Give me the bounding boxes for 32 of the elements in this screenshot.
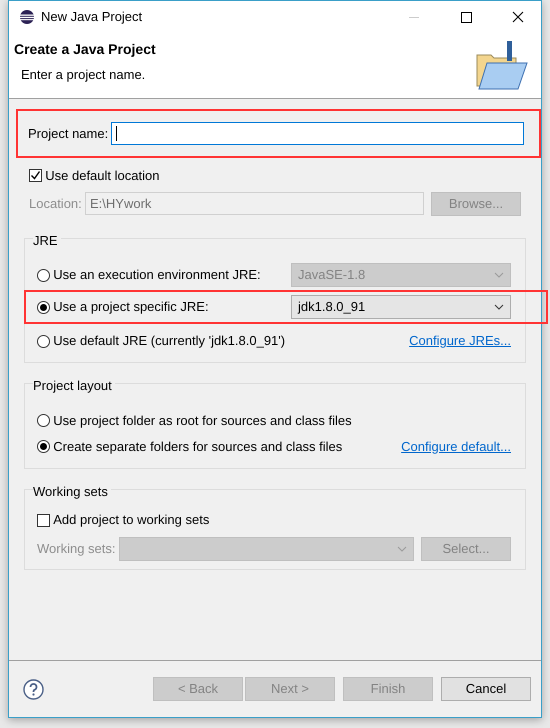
eclipse-icon: [19, 9, 35, 25]
page-title: Create a Java Project: [14, 41, 157, 58]
field-label: Working sets:: [37, 540, 116, 558]
field-label: Location:: [29, 194, 82, 213]
checkbox-label: Add project to working sets: [53, 511, 210, 530]
jre-dropdown[interactable]: jdk1.8.0_91: [291, 295, 511, 319]
radio-button[interactable]: [37, 268, 50, 282]
caret-icon: [494, 304, 504, 310]
configure-link[interactable]: Configure default...: [401, 436, 511, 456]
help-icon[interactable]: [23, 678, 44, 700]
window-title: New Java Project: [41, 8, 144, 26]
project-name-field[interactable]: [111, 122, 524, 145]
radio-button[interactable]: [37, 334, 50, 348]
radio-button[interactable]: [37, 414, 50, 427]
dialog-button[interactable]: Cancel: [441, 677, 531, 701]
radio-label: Use a project specific JRE:: [53, 298, 210, 316]
checkbox-label: Use default location: [45, 167, 160, 185]
radio-label: Use an execution environment JRE:: [53, 266, 262, 284]
checkbox[interactable]: [29, 169, 42, 182]
page-message: Enter a project name.: [21, 66, 146, 84]
radio-label: Use project folder as root for sources and class files: [53, 412, 353, 430]
radio-button[interactable]: [37, 300, 50, 314]
radio-label: Use default JRE (currently 'jdk1.8.0_91'): [53, 332, 286, 350]
caret-icon: [396, 546, 407, 552]
checkbox[interactable]: [37, 514, 50, 526]
maximize-icon[interactable]: [460, 12, 472, 22]
radio-label: Create separate folders for sources and class files: [53, 438, 344, 456]
configure-link[interactable]: Configure JREs...: [409, 331, 511, 351]
caret-icon: [494, 272, 504, 278]
field-label: Project name:: [28, 124, 108, 143]
radio-button[interactable]: [37, 440, 50, 453]
close-icon[interactable]: [512, 11, 524, 23]
